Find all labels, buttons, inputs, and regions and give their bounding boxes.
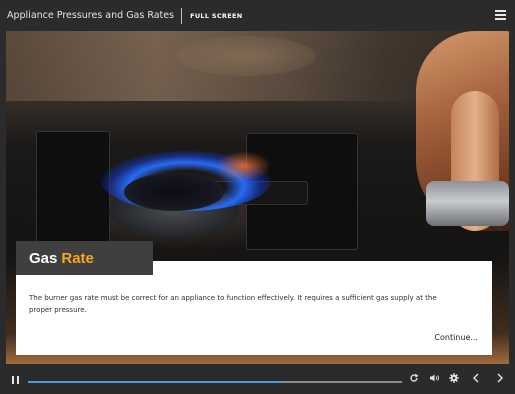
pause-icon[interactable] <box>12 376 19 384</box>
hamburger-menu-icon[interactable] <box>495 10 506 20</box>
seek-bar[interactable] <box>28 381 402 383</box>
seek-bar-progress <box>28 381 283 383</box>
heading-word-rate: Rate <box>61 249 94 267</box>
player-controls <box>0 364 515 394</box>
replay-icon[interactable] <box>409 373 419 387</box>
content-card: The burner gas rate must be correct for … <box>16 261 492 355</box>
full-screen-button[interactable]: FULL SCREEN <box>190 12 242 20</box>
slide-heading: Gas Rate <box>16 241 153 275</box>
heading-word-gas: Gas <box>29 249 58 267</box>
next-icon[interactable] <box>496 373 504 387</box>
top-bar: Appliance Pressures and Gas Rates FULL S… <box>0 0 515 31</box>
previous-icon[interactable] <box>472 373 480 387</box>
volume-icon[interactable] <box>429 373 440 387</box>
slide-body-text: The burner gas rate must be correct for … <box>29 294 437 314</box>
settings-icon[interactable] <box>449 373 459 387</box>
continue-link[interactable]: Continue... <box>434 333 478 342</box>
title-divider <box>181 7 183 24</box>
course-title: Appliance Pressures and Gas Rates <box>7 10 175 21</box>
